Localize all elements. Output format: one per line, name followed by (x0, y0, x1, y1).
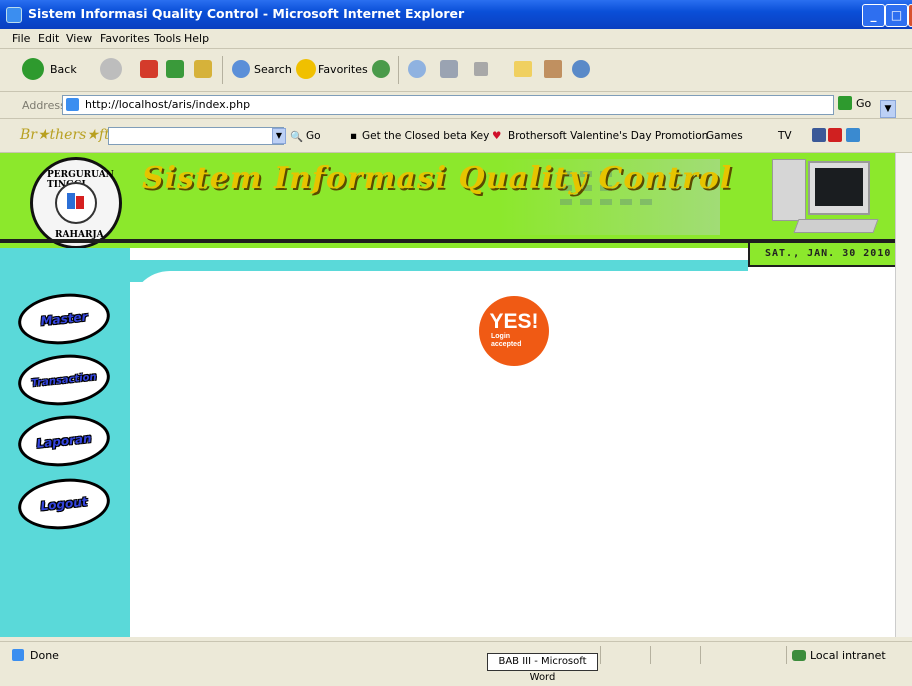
toolbar-separator (398, 56, 399, 84)
back-arrow-icon[interactable] (22, 58, 44, 80)
pc-keyboard (793, 219, 879, 233)
status-divider (700, 646, 701, 664)
address-url: http://localhost/aris/index.php (85, 98, 251, 111)
promo-link[interactable]: Brothersoft Valentine's Day Promotion (508, 130, 708, 142)
youtube-icon[interactable] (828, 128, 842, 142)
status-divider (650, 646, 651, 664)
favorites-star-icon[interactable] (296, 59, 316, 79)
history-icon[interactable] (372, 60, 390, 78)
status-bar: Done BAB III - Microsoft Word Local intr… (0, 641, 912, 683)
messenger-icon[interactable] (572, 60, 590, 78)
nav-transaction-button[interactable]: Transaction (15, 350, 113, 410)
menu-edit[interactable]: Edit (38, 32, 59, 45)
toolbar-separator (222, 56, 223, 84)
menu-view[interactable]: View (66, 32, 92, 45)
brothersoft-toolbar: Br★thers★ft ▼ 🔍 Go ▪ Get the Closed beta… (0, 119, 912, 153)
sidebar: Master Transaction Laporan Logout (0, 248, 130, 637)
menu-tools[interactable]: Tools (154, 32, 181, 45)
status-divider (600, 646, 601, 664)
search-button[interactable]: Search (254, 59, 292, 81)
security-zone-text: Local intranet (810, 649, 886, 662)
forward-arrow-icon[interactable] (100, 58, 122, 80)
home-icon[interactable] (194, 60, 212, 78)
status-text: Done (30, 649, 59, 662)
brothersoft-logo[interactable]: Br★thers★ft (20, 127, 110, 143)
tv-link[interactable]: TV (778, 130, 792, 142)
minimize-button[interactable]: _ (862, 4, 885, 27)
nav-laporan-label: Laporan (35, 431, 93, 451)
window-titlebar[interactable]: Sistem Informasi Quality Control - Micro… (0, 0, 912, 29)
ie-icon (6, 7, 22, 23)
seal-emblem (55, 182, 97, 224)
go-arrow-icon[interactable] (838, 96, 852, 110)
go-button[interactable]: Go (856, 97, 871, 110)
date-panel: SAT., JAN. 30 2010 (748, 243, 895, 267)
emblem-red-block (76, 196, 84, 209)
badge-line1: Login (491, 333, 511, 340)
site-header: PERGURUAN TINGGI RAHARJA Sistem Informas… (0, 153, 895, 249)
nav-logout-label: Logout (39, 494, 89, 514)
mail-icon[interactable] (408, 60, 426, 78)
refresh-icon[interactable] (166, 60, 184, 78)
nav-master-label: Master (39, 309, 89, 329)
standard-toolbar: Back Search Favorites (0, 49, 912, 92)
beta-link[interactable]: Get the Closed beta Key (362, 130, 489, 142)
window-title: Sistem Informasi Quality Control - Micro… (28, 6, 465, 21)
page-icon (66, 98, 79, 111)
close-button[interactable] (908, 4, 912, 27)
nav-logout-button[interactable]: Logout (15, 474, 113, 534)
edit-icon[interactable] (474, 62, 488, 76)
back-button[interactable]: Back (50, 59, 77, 81)
address-label: Address (22, 99, 66, 112)
brothersoft-go[interactable]: Go (306, 130, 321, 142)
badge-subtext: Login accepted (491, 333, 541, 349)
favorites-button[interactable]: Favorites (318, 59, 368, 81)
address-dropdown-icon[interactable]: ▼ (880, 100, 896, 118)
folder-icon[interactable] (514, 61, 532, 77)
search-dropdown-icon[interactable]: ▼ (272, 128, 286, 144)
address-bar: Address http://localhost/aris/index.php … (0, 92, 912, 119)
pc-monitor (808, 161, 870, 215)
computer-illustration (764, 159, 884, 237)
brothersoft-search-input[interactable] (108, 127, 284, 145)
search-icon[interactable] (232, 60, 250, 78)
page-done-icon (12, 649, 24, 661)
status-divider (786, 646, 787, 664)
research-icon[interactable] (544, 60, 562, 78)
maximize-button[interactable]: □ (885, 4, 908, 27)
vertical-scrollbar[interactable] (895, 153, 912, 637)
pc-tower (772, 159, 806, 221)
beta-icon: ▪ (350, 130, 358, 142)
nav-laporan-button[interactable]: Laporan (15, 411, 113, 471)
web-page: PERGURUAN TINGGI RAHARJA Sistem Informas… (0, 153, 895, 637)
menu-help[interactable]: Help (184, 32, 209, 45)
menu-favorites[interactable]: Favorites (100, 32, 150, 45)
menu-file[interactable]: File (12, 32, 30, 45)
games-link[interactable]: Games (706, 130, 743, 142)
taskbar-tooltip[interactable]: BAB III - Microsoft Word (487, 653, 598, 683)
nav-transaction-label: Transaction (30, 371, 98, 389)
facebook-icon[interactable] (812, 128, 826, 142)
raharja-seal-logo: PERGURUAN TINGGI RAHARJA (30, 157, 122, 249)
stop-icon[interactable] (140, 60, 158, 78)
intranet-zone-icon (792, 650, 806, 661)
print-icon[interactable] (440, 60, 458, 78)
address-input[interactable]: http://localhost/aris/index.php ▼ (62, 95, 896, 118)
menu-bar: File Edit View Favorites Tools Help (0, 29, 912, 49)
magnifier-icon[interactable]: 🔍 (290, 130, 303, 143)
current-date: SAT., JAN. 30 2010 (765, 248, 892, 259)
emblem-blue-block (67, 193, 75, 209)
nav-master-button[interactable]: Master (15, 289, 113, 349)
ie-small-icon[interactable] (846, 128, 860, 142)
badge-line2: accepted (491, 341, 522, 348)
heart-icon: ♥ (492, 130, 502, 142)
badge-yes-text: YES! (489, 310, 539, 333)
site-title: Sistem Informasi Quality Control (142, 161, 733, 196)
login-accepted-badge: YES! Login accepted (479, 296, 549, 366)
